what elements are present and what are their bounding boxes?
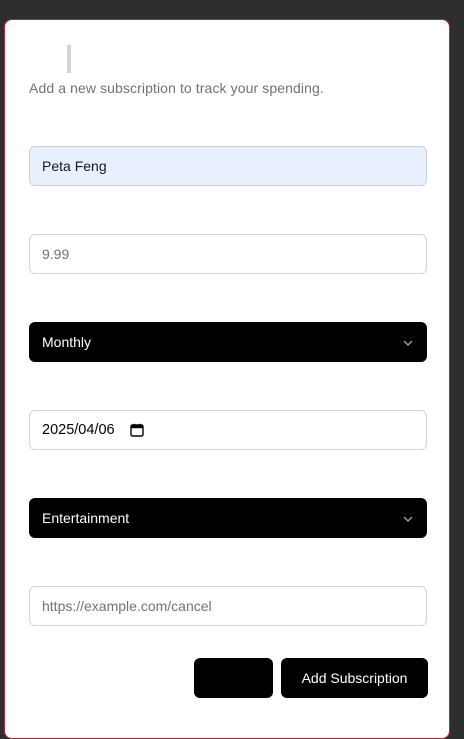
dialog-title (67, 45, 71, 73)
price-input-placeholder: 9.99 (42, 246, 70, 262)
billing-cycle-select[interactable]: Monthly (29, 322, 427, 362)
name-input[interactable]: Peta Feng (29, 146, 427, 186)
cancel-button[interactable] (194, 658, 273, 698)
cancellation-url-input[interactable]: https://example.com/cancel (29, 586, 427, 626)
cancellation-url-placeholder: https://example.com/cancel (42, 598, 212, 614)
billing-cycle-value: Monthly (42, 334, 92, 350)
next-billing-date-input[interactable]: 2025/04/06 (29, 410, 427, 450)
chevron-down-icon (402, 512, 414, 524)
dialog-description: Add a new subscription to track your spe… (29, 80, 324, 96)
name-input-value: Peta Feng (42, 158, 107, 174)
chevron-down-icon (402, 336, 414, 348)
category-select[interactable]: Entertainment (29, 498, 427, 538)
calendar-icon[interactable] (129, 423, 144, 437)
next-billing-date-value: 2025/04/06 (42, 422, 115, 438)
price-input[interactable]: 9.99 (29, 234, 427, 274)
add-subscription-button[interactable]: Add Subscription (281, 658, 428, 698)
add-subscription-dialog: Add a new subscription to track your spe… (4, 19, 450, 739)
category-value: Entertainment (42, 510, 130, 526)
